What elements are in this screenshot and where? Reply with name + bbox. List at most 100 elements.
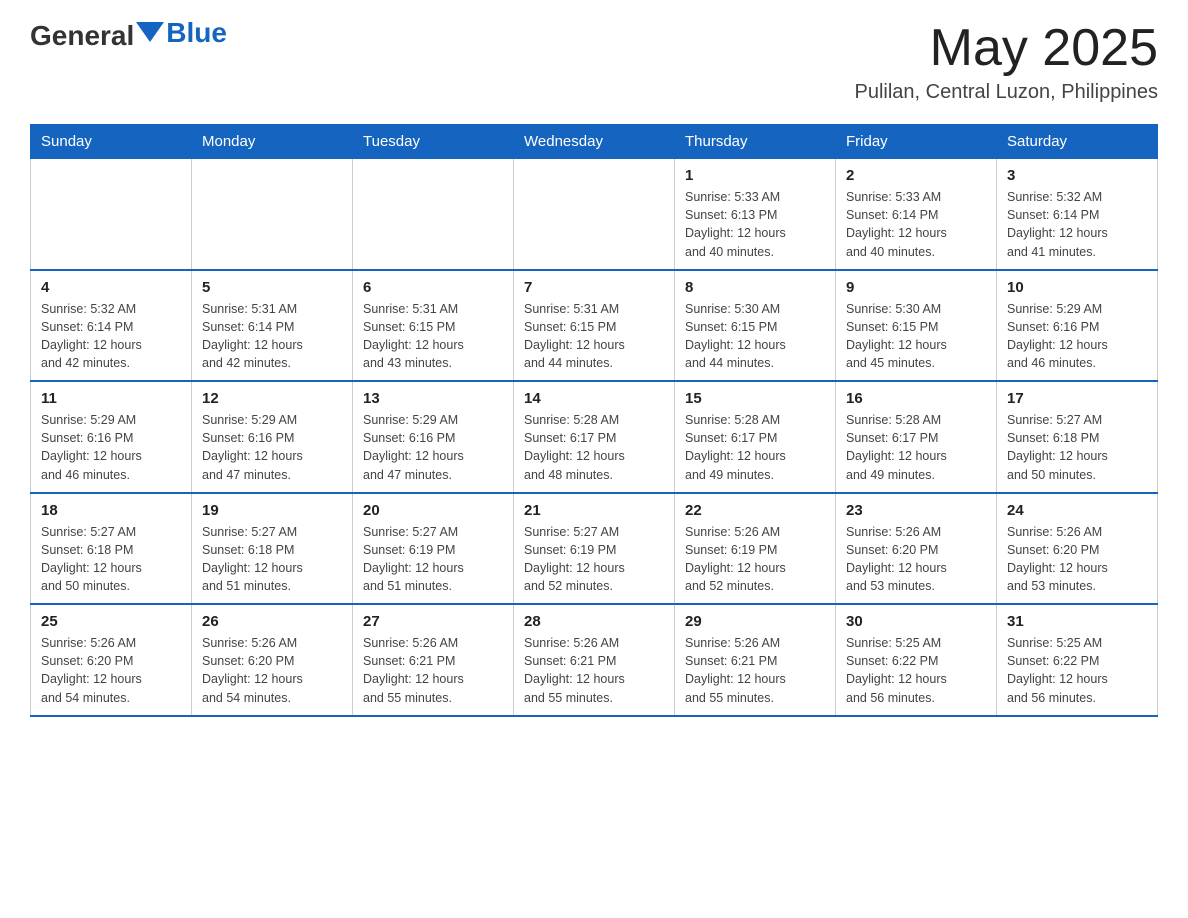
day-info: Sunrise: 5:27 AM Sunset: 6:18 PM Dayligh… (1007, 411, 1147, 484)
day-info: Sunrise: 5:30 AM Sunset: 6:15 PM Dayligh… (685, 300, 825, 373)
day-number: 16 (846, 390, 986, 407)
day-number: 6 (363, 279, 503, 296)
day-info: Sunrise: 5:26 AM Sunset: 6:20 PM Dayligh… (846, 523, 986, 596)
day-info: Sunrise: 5:31 AM Sunset: 6:15 PM Dayligh… (363, 300, 503, 373)
day-info: Sunrise: 5:26 AM Sunset: 6:20 PM Dayligh… (1007, 523, 1147, 596)
day-number: 9 (846, 279, 986, 296)
calendar-body: 1 Sunrise: 5:33 AM Sunset: 6:13 PM Daylig… (31, 159, 1158, 716)
day-number: 24 (1007, 502, 1147, 519)
day-info: Sunrise: 5:33 AM Sunset: 6:14 PM Dayligh… (846, 188, 986, 261)
day-number: 14 (524, 390, 664, 407)
day-info: Sunrise: 5:31 AM Sunset: 6:14 PM Dayligh… (202, 300, 342, 373)
calendar-cell: 31 Sunrise: 5:25 AM Sunset: 6:22 PM Dayli… (997, 604, 1158, 716)
day-info: Sunrise: 5:25 AM Sunset: 6:22 PM Dayligh… (846, 634, 986, 707)
day-number: 2 (846, 167, 986, 184)
logo-triangle-icon (136, 22, 164, 42)
calendar-cell: 16Sunrise: 5:28 AM Sunset: 6:17 PM Dayli… (836, 381, 997, 493)
logo-blue-text: Blue (164, 17, 227, 49)
day-info: Sunrise: 5:29 AM Sunset: 6:16 PM Dayligh… (202, 411, 342, 484)
day-number: 8 (685, 279, 825, 296)
day-number: 11 (41, 390, 181, 407)
day-info: Sunrise: 5:32 AM Sunset: 6:14 PM Dayligh… (1007, 188, 1147, 261)
day-number: 4 (41, 279, 181, 296)
weekday-header-monday: Monday (192, 125, 353, 159)
day-info: Sunrise: 5:27 AM Sunset: 6:18 PM Dayligh… (202, 523, 342, 596)
day-info: Sunrise: 5:26 AM Sunset: 6:21 PM Dayligh… (685, 634, 825, 707)
logo-general-text: General (30, 20, 134, 52)
day-number: 1 (685, 167, 825, 184)
day-number: 18 (41, 502, 181, 519)
calendar-cell: 30 Sunrise: 5:25 AM Sunset: 6:22 PM Dayli… (836, 604, 997, 716)
calendar-cell: 8 Sunrise: 5:30 AM Sunset: 6:15 PM Daylig… (675, 270, 836, 382)
day-info: Sunrise: 5:30 AM Sunset: 6:15 PM Dayligh… (846, 300, 986, 373)
day-info: Sunrise: 5:28 AM Sunset: 6:17 PM Dayligh… (685, 411, 825, 484)
day-number: 19 (202, 502, 342, 519)
calendar-cell: 12 Sunrise: 5:29 AM Sunset: 6:16 PM Dayli… (192, 381, 353, 493)
day-info: Sunrise: 5:27 AM Sunset: 6:19 PM Dayligh… (524, 523, 664, 596)
weekday-header-sunday: Sunday (31, 125, 192, 159)
day-info: Sunrise: 5:28 AM Sunset: 6:17 PM Dayligh… (524, 411, 664, 484)
day-number: 23 (846, 502, 986, 519)
week-row-3: 11 Sunrise: 5:29 AM Sunset: 6:16 PM Dayli… (31, 381, 1158, 493)
calendar-cell (353, 159, 514, 270)
calendar-cell: 15 Sunrise: 5:28 AM Sunset: 6:17 PM Dayli… (675, 381, 836, 493)
weekday-header-saturday: Saturday (997, 125, 1158, 159)
day-info: Sunrise: 5:26 AM Sunset: 6:19 PM Dayligh… (685, 523, 825, 596)
calendar-header: SundayMondayTuesdayWednesdayThursdayFrid… (31, 125, 1158, 159)
day-info: Sunrise: 5:33 AM Sunset: 6:13 PM Dayligh… (685, 188, 825, 261)
day-info: Sunrise: 5:25 AM Sunset: 6:22 PM Dayligh… (1007, 634, 1147, 707)
day-info: Sunrise: 5:26 AM Sunset: 6:21 PM Dayligh… (363, 634, 503, 707)
calendar-cell (514, 159, 675, 270)
calendar-cell: 3Sunrise: 5:32 AM Sunset: 6:14 PM Daylig… (997, 159, 1158, 270)
calendar-cell: 20Sunrise: 5:27 AM Sunset: 6:19 PM Dayli… (353, 493, 514, 605)
calendar-cell: 27 Sunrise: 5:26 AM Sunset: 6:21 PM Dayli… (353, 604, 514, 716)
page-header: General Blue May 2025 Pulilan, Central L… (30, 20, 1158, 104)
day-number: 20 (363, 502, 503, 519)
day-number: 7 (524, 279, 664, 296)
calendar-cell: 28 Sunrise: 5:26 AM Sunset: 6:21 PM Dayli… (514, 604, 675, 716)
calendar-cell: 26Sunrise: 5:26 AM Sunset: 6:20 PM Dayli… (192, 604, 353, 716)
day-number: 12 (202, 390, 342, 407)
weekday-header-friday: Friday (836, 125, 997, 159)
calendar-cell: 17 Sunrise: 5:27 AM Sunset: 6:18 PM Dayli… (997, 381, 1158, 493)
day-info: Sunrise: 5:26 AM Sunset: 6:20 PM Dayligh… (41, 634, 181, 707)
calendar-cell: 29 Sunrise: 5:26 AM Sunset: 6:21 PM Dayli… (675, 604, 836, 716)
day-info: Sunrise: 5:29 AM Sunset: 6:16 PM Dayligh… (1007, 300, 1147, 373)
calendar-cell: 18 Sunrise: 5:27 AM Sunset: 6:18 PM Dayli… (31, 493, 192, 605)
day-number: 17 (1007, 390, 1147, 407)
calendar-cell: 2 Sunrise: 5:33 AM Sunset: 6:14 PM Daylig… (836, 159, 997, 270)
day-info: Sunrise: 5:29 AM Sunset: 6:16 PM Dayligh… (363, 411, 503, 484)
calendar-cell: 4Sunrise: 5:32 AM Sunset: 6:14 PM Daylig… (31, 270, 192, 382)
calendar-cell: 14 Sunrise: 5:28 AM Sunset: 6:17 PM Dayli… (514, 381, 675, 493)
day-info: Sunrise: 5:26 AM Sunset: 6:21 PM Dayligh… (524, 634, 664, 707)
weekday-header-tuesday: Tuesday (353, 125, 514, 159)
calendar-cell: 21 Sunrise: 5:27 AM Sunset: 6:19 PM Dayli… (514, 493, 675, 605)
day-info: Sunrise: 5:27 AM Sunset: 6:18 PM Dayligh… (41, 523, 181, 596)
title-block: May 2025 Pulilan, Central Luzon, Philipp… (854, 20, 1158, 104)
calendar-cell: 22Sunrise: 5:26 AM Sunset: 6:19 PM Dayli… (675, 493, 836, 605)
day-info: Sunrise: 5:26 AM Sunset: 6:20 PM Dayligh… (202, 634, 342, 707)
day-number: 15 (685, 390, 825, 407)
calendar-cell: 5 Sunrise: 5:31 AM Sunset: 6:14 PM Daylig… (192, 270, 353, 382)
day-number: 10 (1007, 279, 1147, 296)
week-row-2: 4Sunrise: 5:32 AM Sunset: 6:14 PM Daylig… (31, 270, 1158, 382)
day-number: 28 (524, 613, 664, 630)
calendar-cell: 25 Sunrise: 5:26 AM Sunset: 6:20 PM Dayli… (31, 604, 192, 716)
day-number: 25 (41, 613, 181, 630)
day-number: 31 (1007, 613, 1147, 630)
day-number: 30 (846, 613, 986, 630)
calendar-cell: 11Sunrise: 5:29 AM Sunset: 6:16 PM Dayli… (31, 381, 192, 493)
calendar-cell: 24 Sunrise: 5:26 AM Sunset: 6:20 PM Dayli… (997, 493, 1158, 605)
day-number: 29 (685, 613, 825, 630)
day-number: 27 (363, 613, 503, 630)
calendar-cell (192, 159, 353, 270)
week-row-1: 1 Sunrise: 5:33 AM Sunset: 6:13 PM Daylig… (31, 159, 1158, 270)
weekday-header-thursday: Thursday (675, 125, 836, 159)
weekday-header-wednesday: Wednesday (514, 125, 675, 159)
day-number: 21 (524, 502, 664, 519)
week-row-5: 25 Sunrise: 5:26 AM Sunset: 6:20 PM Dayli… (31, 604, 1158, 716)
day-info: Sunrise: 5:31 AM Sunset: 6:15 PM Dayligh… (524, 300, 664, 373)
day-number: 5 (202, 279, 342, 296)
calendar-cell: 6 Sunrise: 5:31 AM Sunset: 6:15 PM Daylig… (353, 270, 514, 382)
calendar-cell: 23 Sunrise: 5:26 AM Sunset: 6:20 PM Dayli… (836, 493, 997, 605)
